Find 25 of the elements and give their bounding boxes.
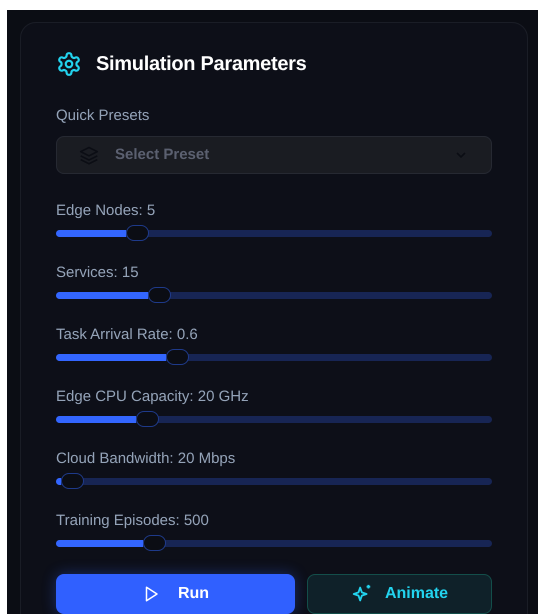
preset-dropdown[interactable]: Select Preset	[56, 136, 492, 174]
slider-label: Services: 15	[56, 263, 140, 283]
slider-label: Training Episodes: 500	[56, 511, 210, 531]
dropdown-placeholder: Select Preset	[115, 144, 210, 165]
slider-label: Edge CPU Capacity: 20 GHz	[56, 387, 250, 407]
slider[interactable]	[56, 349, 492, 365]
slider-thumb[interactable]	[148, 287, 171, 303]
slider[interactable]	[56, 535, 492, 551]
slider[interactable]	[56, 411, 492, 427]
slider-label: Task Arrival Rate: 0.6	[56, 325, 199, 345]
run-button[interactable]: Run	[56, 574, 295, 614]
panel-title: Simulation Parameters	[96, 52, 306, 77]
slider[interactable]	[56, 287, 492, 303]
slider[interactable]	[56, 473, 492, 489]
slider-thumb[interactable]	[166, 349, 189, 365]
slider-label: Cloud Bandwidth: 20 Mbps	[56, 449, 236, 469]
animate-button[interactable]: Animate	[307, 574, 492, 614]
settings-icon	[56, 51, 82, 77]
field-label: Quick Presets	[56, 106, 150, 126]
slider-thumb[interactable]	[61, 473, 84, 489]
slider-thumb[interactable]	[136, 411, 160, 427]
slider-thumb[interactable]	[126, 225, 150, 241]
slider-label: Edge Nodes: 5	[56, 201, 156, 221]
slider[interactable]	[56, 225, 492, 241]
slider-thumb[interactable]	[143, 535, 166, 551]
